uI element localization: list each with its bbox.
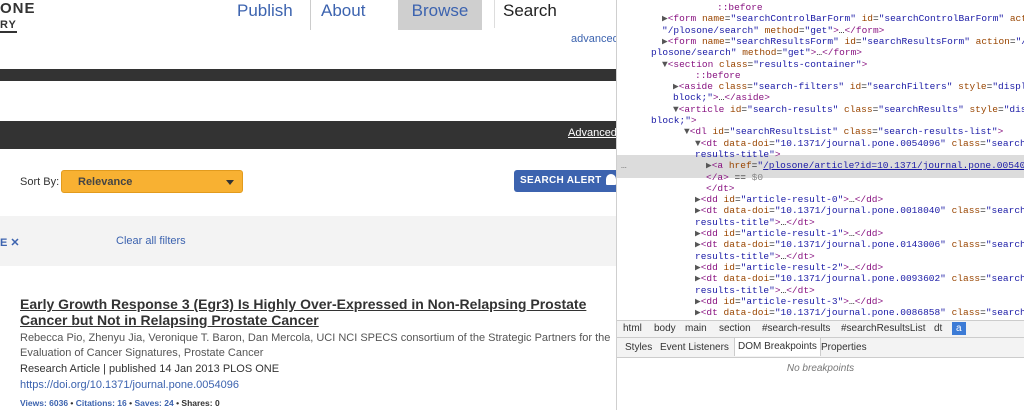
dom-node-line[interactable]: ▶<dt data-doi="10.1371/journal.pone.0143… [695,239,1024,250]
sort-select-value: Relevance [78,176,133,188]
tab-properties[interactable]: Properties [821,342,867,353]
dom-node-line[interactable]: ▶<form name="searchResultsForm" id="sear… [662,36,1024,47]
breadcrumb-item[interactable]: #searchResultsList [841,323,925,334]
dom-node-line[interactable]: plosone/search" method="get">…</form> [651,47,862,58]
dom-node-line[interactable]: results-title"> [695,149,781,160]
dom-node-line[interactable]: ▶<dd id="article-result-0">…</dd> [695,194,883,205]
dom-node-line[interactable]: ▶<a href="/plosone/article?id=10.1371/jo… [706,160,1024,171]
nav-browse[interactable]: Browse [398,0,482,30]
dom-node-line[interactable]: "/plosone/search" method="get">…</form> [662,25,884,36]
nav-publish[interactable]: Publish [237,0,293,30]
dom-node-line[interactable]: ▶<dt data-doi="10.1371/journal.pone.0086… [695,307,1024,318]
result-doi-link[interactable]: https://doi.org/10.1371/journal.pone.005… [20,379,239,391]
dom-node-line[interactable]: ▶<form name="searchControlBarForm" id="s… [662,13,1024,24]
advanced-search-link-bar[interactable]: Advanced [568,127,616,139]
elements-tree[interactable]: … ::before ▶<form name="searchControlBarF… [617,0,1024,320]
result-title-link[interactable]: Early Growth Response 3 (Egr3) Is Highly… [20,296,616,328]
nav-about[interactable]: About [310,0,365,30]
breadcrumb: html body main section #search-results #searc… [617,320,1024,338]
metric-shares: Shares: 0 [181,398,220,408]
site-logo[interactable]: ONE [0,0,36,17]
dom-node-line[interactable]: results-title">…</dt> [695,217,815,228]
search-alert-label: SEARCH ALERT [520,175,602,186]
result-authors: Rebecca Pio, Zhenyu Jia, Veronique T. Ba… [20,332,611,359]
dom-node-line[interactable]: ::before [695,70,741,81]
sidebar-tabs: Styles Event Listeners DOM Breakpoints Prop… [617,338,1024,358]
search-bar-strip [0,121,616,149]
tab-styles[interactable]: Styles [625,342,652,353]
header-divider-bar [0,69,616,81]
clear-all-filters-link[interactable]: Clear all filters [116,235,186,247]
dom-node-line[interactable]: ▼<dt data-doi="10.1371/journal.pone.0054… [695,138,1024,149]
dom-node-line[interactable]: ▼<dl id="searchResultsList" class="searc… [684,126,1003,137]
breadcrumb-item[interactable]: a [952,322,966,335]
search-input[interactable]: Search [494,0,616,28]
metric-saves[interactable]: Saves: 24 [134,398,173,408]
dom-node-line[interactable]: results-title">…</dt> [695,285,815,296]
dom-node-line[interactable]: ▼<article id="search-results" class="sea… [673,104,1024,115]
breadcrumb-item[interactable]: dt [934,323,942,334]
sort-by-label: Sort By: [20,176,60,188]
dom-node-line[interactable]: ▼<section class="results-container"> [662,59,867,70]
dom-node-line[interactable]: ▶<dt data-doi="10.1371/journal.pone.0093… [695,273,1024,284]
result-metrics: Views: 6036 • Citations: 16 • Saves: 24 … [20,398,220,408]
metric-citations[interactable]: Citations: 16 [76,398,127,408]
dom-node-line[interactable]: ::before [717,2,763,13]
remove-filter-icon[interactable]: E ✕ [0,236,20,249]
tab-dom-breakpoints[interactable]: DOM Breakpoints [734,338,821,356]
sort-select[interactable]: Relevance [61,170,243,193]
dom-node-line[interactable]: ▶<aside class="search-filters" id="searc… [673,81,1024,92]
chevron-down-icon [226,180,234,185]
filter-bar [0,216,616,266]
metric-sep: • [68,398,76,408]
selected-node-marker: … [621,160,627,171]
breadcrumb-item[interactable]: #search-results [762,323,830,334]
devtools-panel: … ::before ▶<form name="searchControlBarF… [616,0,1024,410]
dom-node-line[interactable]: ▶<dd id="article-result-2">…</dd> [695,262,883,273]
breadcrumb-item[interactable]: html [623,323,642,334]
breadcrumb-item[interactable]: section [719,323,751,334]
metric-views[interactable]: Views: 6036 [20,398,68,408]
dom-node-line[interactable]: ▶<dd id="article-result-3">…</dd> [695,296,883,307]
breadcrumb-item[interactable]: body [654,323,676,334]
breadcrumb-item[interactable]: main [685,323,707,334]
advanced-search-link[interactable]: advanced [571,33,616,45]
dom-node-line[interactable]: ▶<dt data-doi="10.1371/journal.pone.0018… [695,205,1024,216]
dom-node-line[interactable]: block;">…</aside> [673,92,770,103]
result-type-date: Research Article | published 14 Jan 2013… [20,363,280,375]
no-breakpoints-text: No breakpoints [786,363,855,374]
dom-node-line[interactable]: block;"> [651,115,697,126]
search-alert-button[interactable]: SEARCH ALERT [514,170,616,192]
dom-node-line[interactable]: </dt> [706,183,735,194]
dom-node-line[interactable]: results-title">…</dt> [695,251,815,262]
web-page: ONE RY Publish About Browse Search advan… [0,0,616,410]
tab-event-listeners[interactable]: Event Listeners [660,342,729,353]
dom-node-line[interactable]: </a> == $0 [706,172,763,183]
site-logo-sub[interactable]: RY [0,19,17,33]
dom-node-line[interactable]: ▶<dd id="article-result-1">…</dd> [695,228,883,239]
bell-icon [606,174,616,185]
